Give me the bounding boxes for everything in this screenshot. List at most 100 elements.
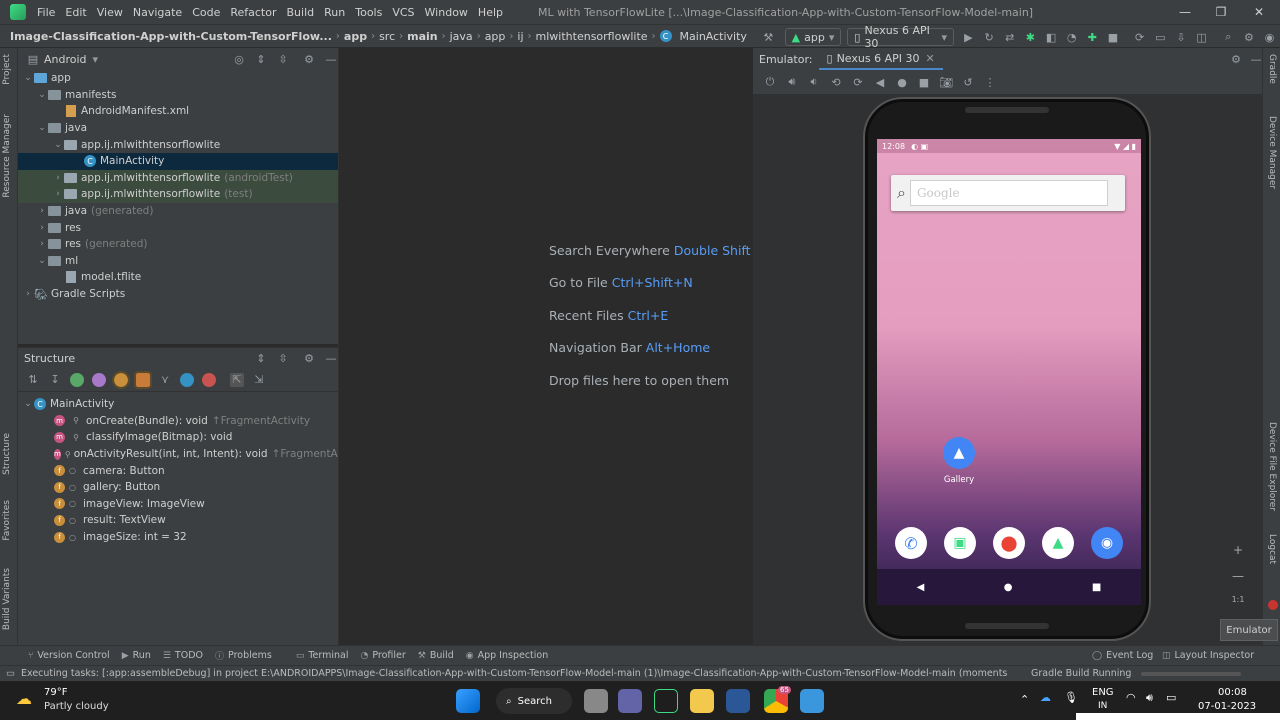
gradle-progress-label[interactable]: Gradle Build Running (1031, 668, 1131, 679)
breadcrumb-package[interactable]: mlwithtensorflowlite (532, 30, 652, 43)
minimize-icon[interactable]: — (1168, 0, 1202, 24)
menu-navigate[interactable]: Navigate (128, 6, 187, 19)
battery-icon[interactable]: ▭ (1166, 691, 1176, 704)
structure-member[interactable]: f ○ gallery: Button (18, 479, 338, 496)
menu-vcs[interactable]: VCS (387, 6, 419, 19)
overview-icon[interactable]: ■ (917, 75, 931, 89)
chevron-down-icon[interactable]: ⌄ (36, 90, 48, 100)
emulator-device-tab[interactable]: ▯ Nexus 6 API 30 ✕ (818, 48, 943, 70)
tree-node-model-tflite[interactable]: model.tflite (18, 269, 338, 286)
android-studio-icon[interactable] (654, 689, 678, 713)
phone-screen[interactable]: 12:08 ◐ ▣ ▼ ◢ ▮ ⌕ Google ▲ Gallery ✆ ▣ ⬤… (877, 139, 1141, 605)
chevron-right-icon[interactable]: › (52, 173, 64, 183)
hide-icon[interactable]: — (324, 52, 338, 66)
breadcrumb-project[interactable]: Image-Classification-App-with-Custom-Ten… (0, 30, 336, 43)
breadcrumb-src[interactable]: src (375, 30, 399, 43)
tree-node-package-main[interactable]: ⌄ app.ij.mlwithtensorflowlite (18, 136, 338, 153)
windows-start-icon[interactable] (456, 689, 480, 713)
chevron-right-icon[interactable]: › (36, 239, 48, 249)
tw-problems[interactable]: ⓘ Problems (215, 649, 272, 662)
phone-home-icon[interactable]: ● (1004, 582, 1013, 593)
menu-view[interactable]: View (92, 6, 128, 19)
structure-member[interactable]: f ○ camera: Button (18, 462, 338, 479)
coverage-icon[interactable]: ◧ (1045, 30, 1058, 44)
tw-run[interactable]: ▶ Run (122, 650, 151, 661)
tree-node-manifests[interactable]: ⌄ manifests (18, 87, 338, 104)
menu-build[interactable]: Build (282, 6, 320, 19)
expand-all-icon[interactable]: ⇕ (254, 52, 268, 66)
tool-gradle[interactable]: Gradle (1267, 54, 1277, 84)
structure-class-node[interactable]: ⌄ C MainActivity (18, 396, 338, 413)
chevron-right-icon[interactable]: › (52, 189, 64, 199)
expand-all-icon[interactable]: ⇕ (254, 351, 268, 365)
maps-app-icon[interactable]: ⬤ (993, 527, 1025, 559)
search-icon[interactable]: ⌕ (1222, 30, 1235, 44)
menu-edit[interactable]: Edit (60, 6, 91, 19)
show-hidden-icons-icon[interactable]: ⌃ (1020, 693, 1029, 706)
tw-event-log[interactable]: ◯ Event Log (1092, 650, 1153, 661)
tool-structure[interactable]: Structure (2, 433, 12, 475)
sort-visibility-icon[interactable]: ⇅ (26, 373, 40, 387)
android-app-icon[interactable]: ▲ (1042, 527, 1074, 559)
tw-profiler[interactable]: ◔ Profiler (360, 650, 405, 661)
restore-icon[interactable]: ❐ (1204, 0, 1238, 24)
weather-desc[interactable]: Partly cloudy (44, 701, 109, 712)
tree-node-gradle-scripts[interactable]: › 🐘︎ Gradle Scripts (18, 286, 338, 303)
error-indicator-icon[interactable] (1268, 600, 1278, 610)
locate-icon[interactable]: ◎ (232, 52, 246, 66)
volume-down-icon[interactable]: 🔉︎ (807, 75, 821, 89)
rotate-left-icon[interactable]: ⟲ (829, 75, 843, 89)
tree-node-java[interactable]: ⌄ java (18, 120, 338, 137)
show-non-public-icon[interactable] (134, 370, 152, 389)
edge-icon[interactable] (800, 689, 824, 713)
stop-icon[interactable]: ■ (1107, 30, 1120, 44)
hide-icon[interactable]: — (324, 351, 338, 365)
more-icon[interactable]: ⋮ (983, 75, 997, 89)
breadcrumb-java[interactable]: java (446, 30, 477, 43)
tool-resource-manager[interactable]: Resource Manager (2, 114, 12, 198)
phone-back-icon[interactable]: ◀ (917, 582, 925, 593)
collapse-all-icon[interactable]: ⇳ (276, 52, 290, 66)
autoscroll-to-source-icon[interactable]: ⇱ (230, 372, 244, 387)
rotate-right-icon[interactable]: ⟳ (851, 75, 865, 89)
apply-code-changes-icon[interactable]: ⇄ (1003, 30, 1016, 44)
menu-file[interactable]: File (32, 6, 60, 19)
view-mode-dropdown[interactable]: Android (44, 53, 87, 66)
tool-project[interactable]: Project (2, 54, 12, 85)
tree-node-res[interactable]: › res (18, 219, 338, 236)
task-view-icon[interactable] (584, 689, 608, 713)
volume-icon[interactable]: 🔊︎ (1146, 691, 1153, 705)
store-app-icon[interactable]: ▣ (944, 527, 976, 559)
clock-time[interactable]: 00:08 (1218, 687, 1247, 698)
word-icon[interactable] (726, 689, 750, 713)
screenshot-icon[interactable]: 📷︎ (939, 75, 953, 89)
structure-member[interactable]: m ⚲ onCreate(Bundle): void ↑FragmentActivit… (18, 413, 338, 430)
menu-window[interactable]: Window (420, 6, 473, 19)
tw-terminal[interactable]: ▭ Terminal (296, 650, 349, 661)
show-properties-icon[interactable] (92, 372, 106, 387)
chevron-down-icon[interactable]: ⌄ (52, 140, 64, 150)
hide-icon[interactable]: — (1249, 52, 1263, 66)
close-tab-icon[interactable]: ✕ (925, 52, 934, 65)
device-dropdown[interactable]: ▯ Nexus 6 API 30 ▾ (847, 24, 955, 50)
attach-debugger-icon[interactable]: ✚ (1086, 30, 1099, 44)
google-search-field[interactable]: Google (909, 180, 1108, 206)
language-indicator[interactable]: ENG (1092, 687, 1114, 698)
tree-node-mainactivity[interactable]: C MainActivity (18, 152, 338, 170)
chevron-down-icon[interactable]: ▾ (93, 53, 99, 66)
avd-manager-icon[interactable]: ▭ (1154, 30, 1167, 44)
show-inherited-icon[interactable] (70, 372, 84, 387)
chevron-down-icon[interactable]: ⌄ (22, 73, 34, 83)
gallery-app-icon[interactable]: ▲ (943, 437, 975, 469)
structure-member[interactable]: m ⚲ onActivityResult(int, int, Intent): vo… (18, 446, 370, 463)
menu-run[interactable]: Run (319, 6, 350, 19)
phone-recents-icon[interactable]: ■ (1092, 582, 1101, 593)
teams-icon[interactable] (618, 689, 642, 713)
taskbar-search[interactable]: ⌕ Search (496, 688, 572, 714)
collapse-all-icon[interactable]: ⇳ (276, 351, 290, 365)
hammer-icon[interactable]: ⚒ (762, 30, 775, 44)
onedrive-icon[interactable]: ☁ (1040, 691, 1051, 704)
tool-logcat[interactable]: Logcat (1267, 534, 1277, 564)
tree-node-androidmanifest[interactable]: AndroidManifest.xml (18, 103, 338, 120)
tool-favorites[interactable]: Favorites (2, 500, 12, 541)
